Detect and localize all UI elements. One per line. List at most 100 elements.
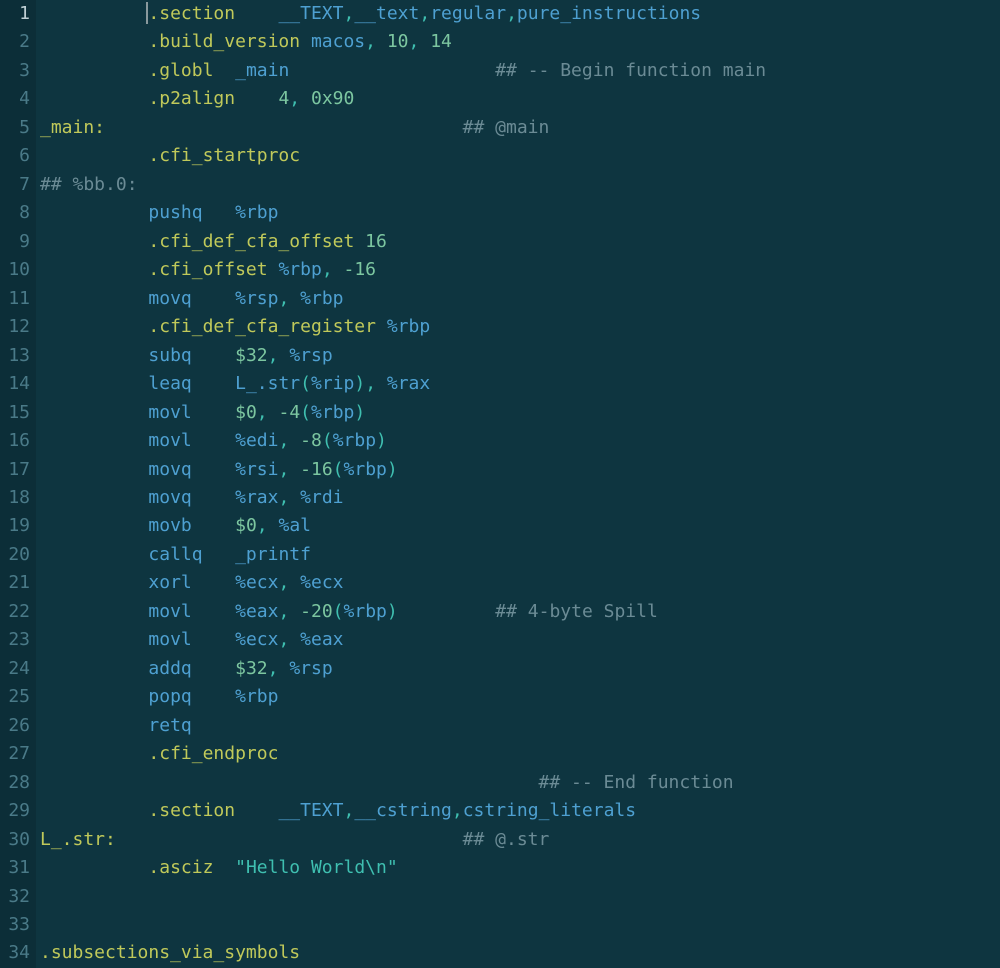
- code-token: [192, 629, 235, 650]
- line-number: 5: [0, 114, 30, 142]
- code-token: %rbp: [344, 601, 387, 622]
- code-token: ): [387, 601, 398, 622]
- code-token: ,: [257, 402, 279, 423]
- code-line[interactable]: .build_version macos, 10, 14: [40, 28, 766, 56]
- code-token: .build_version: [148, 31, 300, 52]
- code-line[interactable]: .cfi_def_cfa_register %rbp: [40, 313, 766, 341]
- code-token: [203, 202, 236, 223]
- code-line[interactable]: popq %rbp: [40, 683, 766, 711]
- code-line[interactable]: .section __TEXT,__text,regular,pure_inst…: [40, 0, 766, 28]
- code-line[interactable]: .globl _main ## -- Begin function main: [40, 57, 766, 85]
- code-line[interactable]: ## -- End function: [40, 769, 766, 797]
- code-token: %rbp: [235, 202, 278, 223]
- code-line[interactable]: movq %rsp, %rbp: [40, 285, 766, 313]
- code-token: pure_instructions: [517, 3, 701, 24]
- code-token: %rsp: [235, 288, 278, 309]
- code-token: %rip: [311, 373, 354, 394]
- code-token: [105, 3, 148, 24]
- code-token: ,: [278, 629, 300, 650]
- code-token: .p2align: [148, 88, 235, 109]
- code-token: 16: [365, 231, 387, 252]
- code-token: %rax: [387, 373, 430, 394]
- line-number: 10: [0, 256, 30, 284]
- code-token: cstring_literals: [463, 800, 636, 821]
- code-token: movq: [148, 288, 191, 309]
- code-line[interactable]: movl $0, -4(%rbp): [40, 399, 766, 427]
- line-number: 32: [0, 883, 30, 911]
- line-number: 19: [0, 512, 30, 540]
- line-number: 20: [0, 541, 30, 569]
- code-token: [105, 402, 148, 423]
- code-line[interactable]: callq _printf: [40, 541, 766, 569]
- code-token: popq: [148, 686, 191, 707]
- line-number: 16: [0, 427, 30, 455]
- code-line[interactable]: xorl %ecx, %ecx: [40, 569, 766, 597]
- code-token: movl: [148, 402, 191, 423]
- code-token: ,: [365, 373, 387, 394]
- code-line[interactable]: addq $32, %rsp: [40, 655, 766, 683]
- code-token: [105, 629, 148, 650]
- code-line[interactable]: movq %rsi, -16(%rbp): [40, 456, 766, 484]
- code-line[interactable]: .cfi_offset %rbp, -16: [40, 256, 766, 284]
- code-token: %rdi: [300, 487, 343, 508]
- line-number: 2: [0, 28, 30, 56]
- code-line[interactable]: .subsections_via_symbols: [40, 939, 766, 967]
- code-token: movq: [148, 487, 191, 508]
- code-line[interactable]: .cfi_def_cfa_offset 16: [40, 228, 766, 256]
- line-number: 25: [0, 683, 30, 711]
- code-token: [105, 202, 148, 223]
- code-token: subq: [148, 345, 191, 366]
- code-token: %al: [278, 515, 311, 536]
- line-number: 6: [0, 142, 30, 170]
- code-line[interactable]: L_.str: ## @.str: [40, 826, 766, 854]
- code-editor[interactable]: 1234567891011121314151617181920212223242…: [0, 0, 1000, 968]
- code-token: [192, 686, 235, 707]
- code-token: %rsi: [235, 459, 278, 480]
- code-line[interactable]: retq: [40, 712, 766, 740]
- code-line[interactable]: movl %edi, -8(%rbp): [40, 427, 766, 455]
- code-line[interactable]: _main: ## @main: [40, 114, 766, 142]
- code-token: __TEXT: [278, 800, 343, 821]
- code-token: movl: [148, 430, 191, 451]
- code-token: ,: [268, 345, 290, 366]
- code-token: L_.str: [235, 373, 300, 394]
- line-number: 26: [0, 712, 30, 740]
- code-line[interactable]: .cfi_startproc: [40, 142, 766, 170]
- code-line[interactable]: [40, 911, 766, 939]
- code-token: (: [300, 402, 311, 423]
- code-line[interactable]: movl %ecx, %eax: [40, 626, 766, 654]
- code-token: movb: [148, 515, 191, 536]
- code-line[interactable]: .asciz "Hello World\n": [40, 854, 766, 882]
- code-line[interactable]: movb $0, %al: [40, 512, 766, 540]
- code-line[interactable]: ## %bb.0:: [40, 171, 766, 199]
- code-line[interactable]: movq %rax, %rdi: [40, 484, 766, 512]
- code-line[interactable]: [40, 883, 766, 911]
- code-token: .section: [148, 3, 235, 24]
- code-token: ,: [257, 515, 279, 536]
- line-number: 14: [0, 370, 30, 398]
- code-token: [213, 60, 235, 81]
- code-line[interactable]: .cfi_endproc: [40, 740, 766, 768]
- code-line[interactable]: leaq L_.str(%rip), %rax: [40, 370, 766, 398]
- code-token: ,: [278, 288, 300, 309]
- code-token: [376, 316, 387, 337]
- line-number: 8: [0, 199, 30, 227]
- code-line[interactable]: subq $32, %rsp: [40, 342, 766, 370]
- line-number: 34: [0, 939, 30, 967]
- code-line[interactable]: pushq %rbp: [40, 199, 766, 227]
- code-token: [105, 658, 148, 679]
- code-token: .cfi_endproc: [148, 743, 278, 764]
- code-token: .globl: [148, 60, 213, 81]
- code-line[interactable]: movl %eax, -20(%rbp) ## 4-byte Spill: [40, 598, 766, 626]
- code-area[interactable]: .section __TEXT,__text,regular,pure_inst…: [36, 0, 766, 968]
- code-token: ,: [343, 800, 354, 821]
- code-token: ,: [268, 658, 290, 679]
- code-token: [354, 231, 365, 252]
- code-token: [192, 572, 235, 593]
- code-token: [192, 658, 235, 679]
- line-number: 7: [0, 171, 30, 199]
- code-line[interactable]: .section __TEXT,__cstring,cstring_litera…: [40, 797, 766, 825]
- code-token: __TEXT: [278, 3, 343, 24]
- code-token: ,: [343, 3, 354, 24]
- code-line[interactable]: .p2align 4, 0x90: [40, 85, 766, 113]
